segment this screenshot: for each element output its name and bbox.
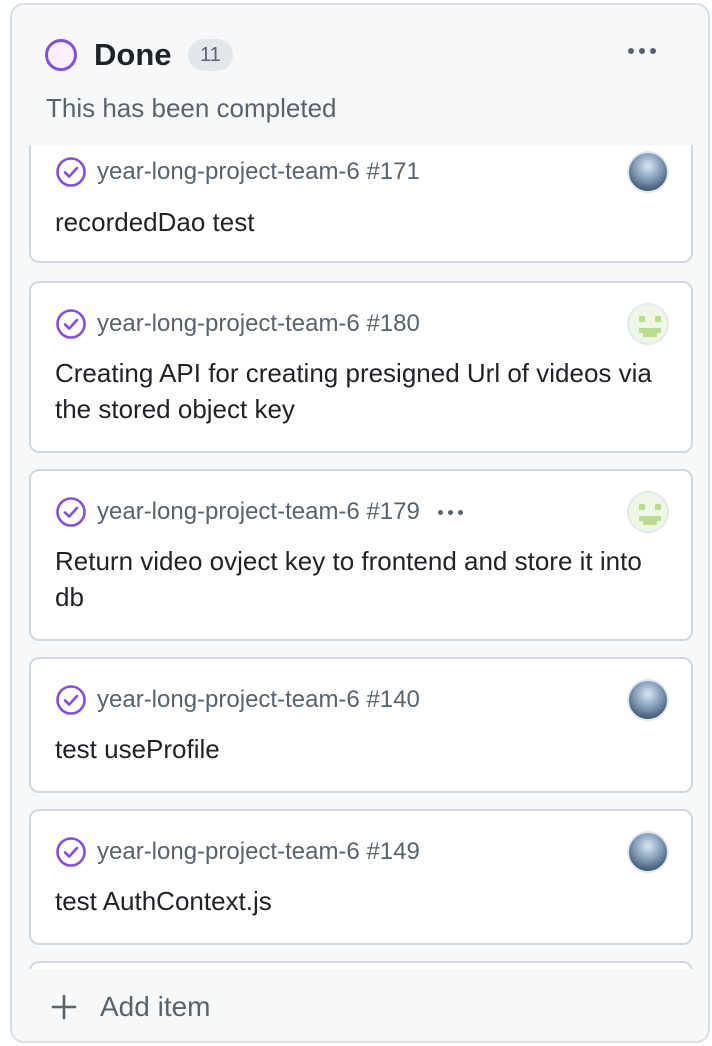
photo-avatar[interactable] <box>627 151 669 193</box>
check-circle-icon <box>56 157 86 187</box>
card-menu-button[interactable] <box>437 509 463 515</box>
column-menu-button[interactable] <box>618 35 666 67</box>
issue-card-partial[interactable] <box>29 961 693 969</box>
identicon-avatar[interactable] <box>627 491 669 533</box>
column-description: This has been completed <box>46 93 337 123</box>
issue-reference-link[interactable]: year-long-project-team-6 #140 <box>97 686 420 714</box>
card-meta: year-long-project-team-6 #140 <box>55 683 420 717</box>
item-count-badge: 11 <box>188 39 233 71</box>
photo-avatar[interactable] <box>627 831 669 873</box>
card-title[interactable]: test AuthContext.js <box>55 883 671 919</box>
issue-card[interactable]: year-long-project-team-6 #140 test usePr… <box>29 657 693 793</box>
card-title[interactable]: Return video ovject key to frontend and … <box>55 543 671 615</box>
kebab-menu-icon <box>628 48 634 54</box>
check-circle-icon <box>56 309 86 339</box>
card-title[interactable]: recordedDao test <box>55 204 671 240</box>
check-circle-icon <box>56 837 86 867</box>
issue-reference-link[interactable]: year-long-project-team-6 #179 <box>97 498 420 526</box>
plus-icon <box>51 994 77 1020</box>
card-meta: year-long-project-team-6 #171 <box>55 155 420 189</box>
card-title[interactable]: Creating API for creating presigned Url … <box>55 355 671 427</box>
card-meta: year-long-project-team-6 #179 <box>55 495 463 529</box>
card-title[interactable]: test useProfile <box>55 731 671 767</box>
issue-card[interactable]: year-long-project-team-6 #180 Creating A… <box>29 281 693 453</box>
column-title: Done <box>94 37 172 72</box>
issue-card[interactable]: year-long-project-team-6 #179 Return vid… <box>29 469 693 641</box>
check-circle-icon <box>56 685 86 715</box>
card-list[interactable]: year-long-project-team-6 #171 recordedDa… <box>12 145 708 969</box>
column-header: Done 11 This has been completed <box>12 5 708 145</box>
identicon-avatar[interactable] <box>627 303 669 345</box>
issue-reference-link[interactable]: year-long-project-team-6 #149 <box>97 838 420 866</box>
card-meta: year-long-project-team-6 #180 <box>55 307 420 341</box>
issue-reference-link[interactable]: year-long-project-team-6 #180 <box>97 310 420 338</box>
kebab-menu-icon <box>437 509 443 515</box>
card-meta: year-long-project-team-6 #149 <box>55 835 420 869</box>
issue-card[interactable]: year-long-project-team-6 #149 test AuthC… <box>29 809 693 945</box>
status-ring-icon <box>45 39 77 71</box>
photo-avatar[interactable] <box>627 679 669 721</box>
board-column-done: Done 11 This has been completed year-lon… <box>10 3 710 1043</box>
issue-reference-link[interactable]: year-long-project-team-6 #171 <box>97 158 420 186</box>
add-item-button[interactable]: Add item <box>12 969 708 1041</box>
check-circle-icon <box>56 497 86 527</box>
issue-card[interactable]: year-long-project-team-6 #171 recordedDa… <box>29 145 693 263</box>
add-item-label: Add item <box>100 991 211 1022</box>
